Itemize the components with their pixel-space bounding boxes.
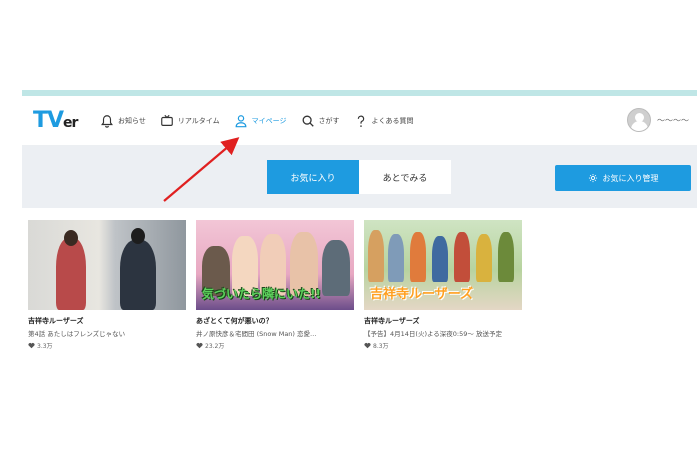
favorites-list: 吉祥寺ルーザーズ 第4話 あたしはフレンズじゃない 3.3万 気づいたら隣にいた… xyxy=(28,220,532,350)
card-meta: 3.3万 xyxy=(28,341,188,350)
thumb-person xyxy=(56,238,86,310)
thumb-person xyxy=(410,232,426,282)
tver-window: TVer お知らせ リアルタイム マイページ さがす よくある質問 〜〜〜〜 お… xyxy=(22,90,697,365)
tab-watch-later[interactable]: あとでみる xyxy=(359,160,451,194)
favorite-count: 8.3万 xyxy=(373,343,389,350)
thumb-person xyxy=(368,230,384,282)
thumb-person xyxy=(322,240,350,296)
list-item[interactable]: 吉祥寺ルーザーズ 吉祥寺ルーザーズ 【予告】4月14日(火)よる深夜0:59〜 … xyxy=(364,220,524,350)
mypage-toolbar: お気に入り あとでみる お気に入り管理 xyxy=(22,146,697,208)
nav-mypage[interactable]: マイページ xyxy=(234,114,287,128)
heart-icon xyxy=(196,342,203,349)
gear-icon xyxy=(588,173,597,183)
bell-icon xyxy=(101,115,113,128)
thumb-person xyxy=(498,232,514,282)
nav-label: よくある質問 xyxy=(371,117,414,125)
card-subtitle: 第4話 あたしはフレンズじゃない xyxy=(28,330,126,338)
heart-icon xyxy=(28,342,35,349)
card-title[interactable]: 吉祥寺ルーザーズ xyxy=(28,316,188,326)
thumb-person xyxy=(120,240,156,310)
user-icon xyxy=(235,115,247,128)
user-menu[interactable]: 〜〜〜〜 xyxy=(627,108,689,132)
thumb-person xyxy=(64,230,78,246)
thumbnail-caption: 気づいたら隣にいた!! xyxy=(202,287,321,301)
main-nav: お知らせ リアルタイム マイページ さがす よくある質問 xyxy=(100,96,428,146)
video-thumbnail[interactable]: 気づいたら隣にいた!! xyxy=(196,220,354,310)
nav-search[interactable]: さがす xyxy=(301,114,340,128)
nav-label: さがす xyxy=(318,117,340,125)
logo-sub: er xyxy=(63,115,78,131)
list-item[interactable]: 気づいたら隣にいた!! あざとくて何が悪いの？ 井ノ原快彦＆宅間田 (Snow … xyxy=(196,220,356,350)
card-meta: 8.3万 xyxy=(364,341,524,350)
tab-favorites[interactable]: お気に入り xyxy=(267,160,359,194)
thumb-person xyxy=(476,234,492,282)
video-thumbnail[interactable]: 吉祥寺ルーザーズ xyxy=(364,220,522,310)
question-icon xyxy=(357,115,364,127)
nav-label: お知らせ xyxy=(118,117,146,125)
card-title[interactable]: あざとくて何が悪いの？ xyxy=(196,316,356,326)
thumb-person xyxy=(388,234,404,282)
tver-logo[interactable]: TVer xyxy=(33,108,78,133)
favorite-count: 3.3万 xyxy=(37,343,53,350)
nav-faq[interactable]: よくある質問 xyxy=(354,114,414,128)
card-subtitle: 井ノ原快彦＆宅間田 (Snow Man) 恋愛… xyxy=(196,330,317,338)
card-subtitle: 【予告】4月14日(火)よる深夜0:59〜 放送予定 xyxy=(364,330,502,338)
manage-favorites-button[interactable]: お気に入り管理 xyxy=(555,165,691,191)
nav-label: リアルタイム xyxy=(177,117,220,125)
mypage-tabs: お気に入り あとでみる xyxy=(267,160,451,194)
manage-label: お気に入り管理 xyxy=(602,173,659,183)
tv-icon xyxy=(161,114,173,126)
thumb-person xyxy=(432,236,448,282)
avatar[interactable] xyxy=(627,108,651,132)
card-title[interactable]: 吉祥寺ルーザーズ xyxy=(364,316,524,326)
header: TVer お知らせ リアルタイム マイページ さがす よくある質問 〜〜〜〜 xyxy=(22,96,697,146)
nav-realtime[interactable]: リアルタイム xyxy=(160,114,220,128)
nav-notifications[interactable]: お知らせ xyxy=(100,114,146,128)
user-name: 〜〜〜〜 xyxy=(657,115,689,125)
annotation-arrow xyxy=(163,137,240,202)
list-item[interactable]: 吉祥寺ルーザーズ 第4話 あたしはフレンズじゃない 3.3万 xyxy=(28,220,188,350)
heart-icon xyxy=(364,342,371,349)
logo-text: TV xyxy=(33,108,64,133)
thumb-person xyxy=(454,232,470,282)
thumbnail-caption: 吉祥寺ルーザーズ xyxy=(370,287,474,302)
search-icon xyxy=(302,115,314,127)
thumb-person xyxy=(131,228,145,244)
video-thumbnail[interactable] xyxy=(28,220,186,310)
card-meta: 23.2万 xyxy=(196,341,356,350)
favorite-count: 23.2万 xyxy=(205,343,225,350)
nav-label: マイページ xyxy=(251,117,287,125)
